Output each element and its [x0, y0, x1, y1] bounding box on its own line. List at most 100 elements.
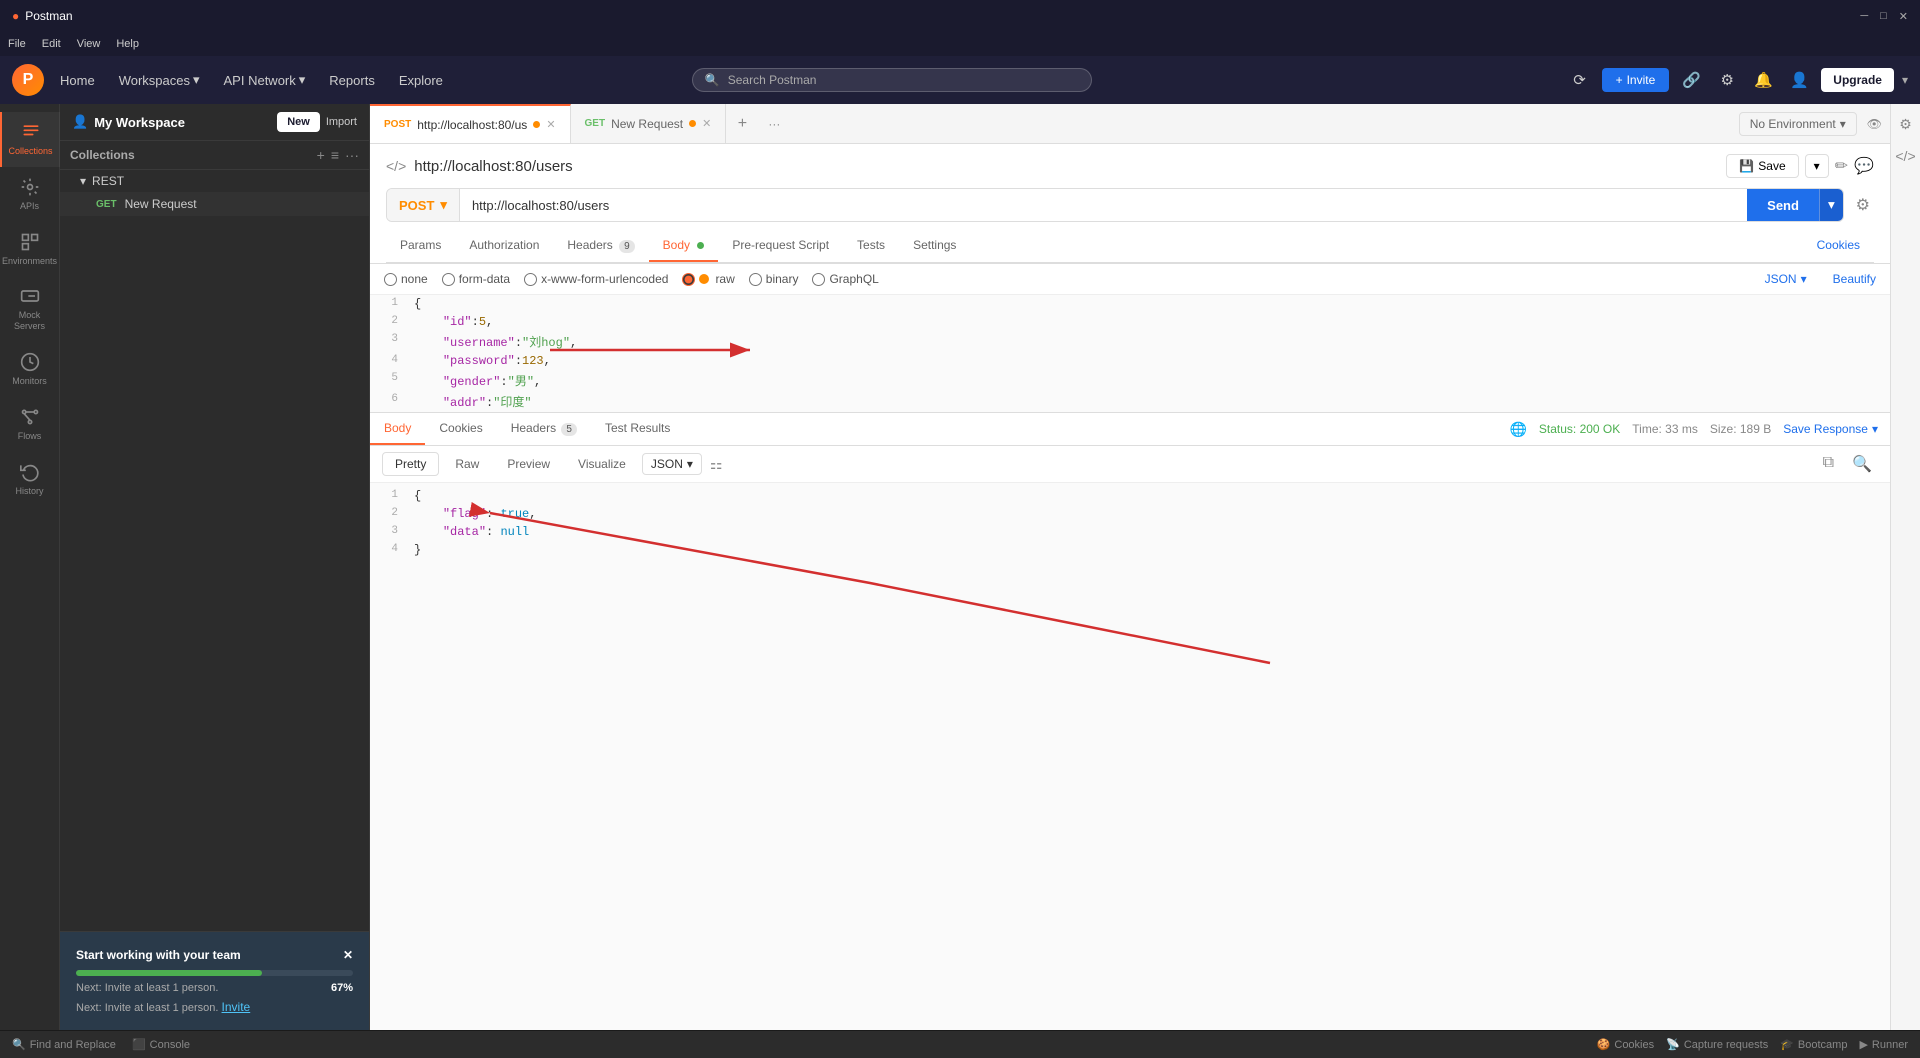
radio-graphql[interactable]: GraphQL	[812, 272, 878, 286]
invite-button[interactable]: + Invite	[1602, 68, 1670, 92]
search-bar[interactable]: 🔍 Search Postman	[692, 68, 1092, 92]
status-cookies[interactable]: 🍪 Cookies	[1597, 1038, 1654, 1051]
send-button[interactable]: Send	[1747, 189, 1819, 221]
nav-workspaces[interactable]: Workspaces ▾	[111, 68, 208, 92]
req-code-line-1: 1 {	[370, 295, 1890, 313]
collapse-icon: ▾	[80, 174, 86, 188]
resp-tab-headers[interactable]: Headers 5	[497, 413, 591, 445]
menu-file[interactable]: File	[8, 38, 26, 50]
workspace-person-icon: 👤	[72, 114, 88, 130]
tab-pre-request[interactable]: Pre-request Script	[718, 230, 843, 262]
resp-format-raw[interactable]: Raw	[443, 453, 491, 475]
status-bootcamp[interactable]: 🎓 Bootcamp	[1780, 1038, 1847, 1051]
rsb-settings-icon[interactable]: ⚙	[1894, 112, 1918, 136]
save-chevron-icon[interactable]: ▾	[1805, 154, 1829, 178]
collection-rest[interactable]: ▾ REST	[60, 170, 369, 192]
more-options-icon[interactable]: ···	[345, 147, 359, 163]
resp-tab-cookies[interactable]: Cookies	[425, 413, 496, 445]
radio-raw[interactable]: raw	[682, 272, 734, 286]
upgrade-button[interactable]: Upgrade	[1821, 68, 1894, 92]
tab-body[interactable]: Body	[649, 230, 719, 262]
menu-edit[interactable]: Edit	[42, 38, 61, 50]
beautify-button[interactable]: Beautify	[1833, 272, 1876, 286]
save-button[interactable]: 💾 Find and Replace Save	[1726, 154, 1798, 178]
notification-icon[interactable]: 🔔	[1749, 66, 1777, 94]
resp-search-icon[interactable]: 🔍	[1846, 452, 1878, 476]
status-runner[interactable]: ▶ Runner	[1859, 1038, 1908, 1051]
settings-gear-icon[interactable]: ⚙	[1852, 191, 1874, 219]
resp-format-pretty[interactable]: Pretty	[382, 452, 439, 476]
cookies-link[interactable]: Cookies	[1803, 230, 1874, 262]
resp-copy-icon[interactable]: ⧉	[1817, 452, 1840, 476]
comment-icon[interactable]: 💬	[1854, 156, 1874, 176]
nav-reports[interactable]: Reports	[321, 69, 383, 92]
radio-binary[interactable]: binary	[749, 272, 799, 286]
sidebar-item-environments[interactable]: Environments	[0, 222, 60, 277]
find-replace-icon: 🔍	[12, 1038, 26, 1051]
status-console[interactable]: ⬛ Console	[132, 1038, 190, 1051]
tab-headers[interactable]: Headers 9	[553, 230, 648, 262]
menu-view[interactable]: View	[77, 38, 101, 50]
team-banner-close-icon[interactable]: ✕	[343, 948, 353, 962]
top-nav: P Home Workspaces ▾ API Network ▾ Report…	[0, 56, 1920, 104]
tab-post-users[interactable]: POST http://localhost:80/us ✕	[370, 104, 571, 143]
sidebar-item-mock-servers[interactable]: Mock Servers	[0, 276, 60, 342]
radio-form-data[interactable]: form-data	[442, 272, 510, 286]
tab-close-button[interactable]: ✕	[546, 118, 555, 131]
edit-icon[interactable]: ✏	[1835, 156, 1848, 176]
menu-help[interactable]: Help	[116, 38, 139, 50]
env-selector[interactable]: No Environment ▾	[1739, 112, 1857, 136]
tab-settings[interactable]: Settings	[899, 230, 970, 262]
request-item-new-request[interactable]: GET New Request	[60, 192, 369, 216]
nav-explore[interactable]: Explore	[391, 69, 451, 92]
sidebar-item-collections[interactable]: Collections	[0, 112, 60, 167]
resp-format-visualize[interactable]: Visualize	[566, 453, 638, 475]
maximize-button[interactable]: □	[1880, 10, 1887, 23]
import-button[interactable]: Import	[326, 116, 357, 128]
tab-authorization[interactable]: Authorization	[455, 230, 553, 262]
invite-link[interactable]: Invite	[222, 1000, 251, 1014]
method-select[interactable]: POST ▾	[387, 189, 460, 221]
tab-add-button[interactable]: +	[726, 104, 758, 143]
sidebar-item-history[interactable]: History	[0, 452, 60, 507]
nav-api-network[interactable]: API Network ▾	[216, 68, 314, 92]
new-button[interactable]: New	[277, 112, 320, 132]
tab-get-new[interactable]: GET New Request ✕	[571, 104, 727, 143]
sync-icon[interactable]: ⟳	[1566, 66, 1594, 94]
link-icon[interactable]: 🔗	[1677, 66, 1705, 94]
sidebar-item-monitors[interactable]: Monitors	[0, 342, 60, 397]
resp-filter-icon[interactable]: ⚏	[710, 456, 723, 473]
close-button[interactable]: ✕	[1899, 10, 1908, 23]
resp-format-preview[interactable]: Preview	[495, 453, 562, 475]
url-input[interactable]	[460, 190, 1747, 221]
json-format-dropdown[interactable]: JSON ▾	[1765, 272, 1807, 286]
tab-tests[interactable]: Tests	[843, 230, 899, 262]
sidebar-item-flows[interactable]: Flows	[0, 397, 60, 452]
radio-urlencoded[interactable]: x-www-form-urlencoded	[524, 272, 668, 286]
request-body-editor[interactable]: 1 { 2 "id":5, 3 "username":"刘hog", 4 "pa…	[370, 295, 1890, 413]
minimize-button[interactable]: ─	[1860, 10, 1868, 23]
nav-home[interactable]: Home	[52, 69, 103, 92]
resp-body-format-dropdown[interactable]: JSON ▾	[642, 453, 702, 475]
tab-close-button-2[interactable]: ✕	[702, 117, 711, 130]
team-banner: Start working with your team ✕ Next: Inv…	[60, 931, 369, 1030]
env-eye-icon[interactable]: 👁	[1867, 117, 1882, 131]
sidebar-item-apis[interactable]: APIs	[0, 167, 60, 222]
send-dropdown-button[interactable]: ▾	[1819, 189, 1843, 221]
rsb-code-icon[interactable]: </>	[1894, 144, 1918, 168]
resp-tab-test-results[interactable]: Test Results	[591, 413, 684, 445]
window-controls: ─ □ ✕	[1860, 10, 1908, 23]
resp-headers-count: 5	[561, 423, 577, 436]
radio-none[interactable]: none	[384, 272, 428, 286]
avatar-icon[interactable]: 👤	[1785, 66, 1813, 94]
add-collection-icon[interactable]: +	[317, 147, 325, 163]
status-find-replace[interactable]: 🔍 Find and Replace	[12, 1038, 116, 1051]
resp-tab-body[interactable]: Body	[370, 413, 425, 445]
save-response-button[interactable]: Save Response ▾	[1783, 422, 1878, 436]
filter-icon[interactable]: ≡	[331, 147, 339, 163]
settings-icon[interactable]: ⚙	[1713, 66, 1741, 94]
tab-params[interactable]: Params	[386, 230, 455, 262]
tab-more-button[interactable]: ···	[758, 104, 790, 143]
status-capture[interactable]: 📡 Capture requests	[1666, 1038, 1768, 1051]
headers-count-badge: 9	[619, 240, 635, 253]
